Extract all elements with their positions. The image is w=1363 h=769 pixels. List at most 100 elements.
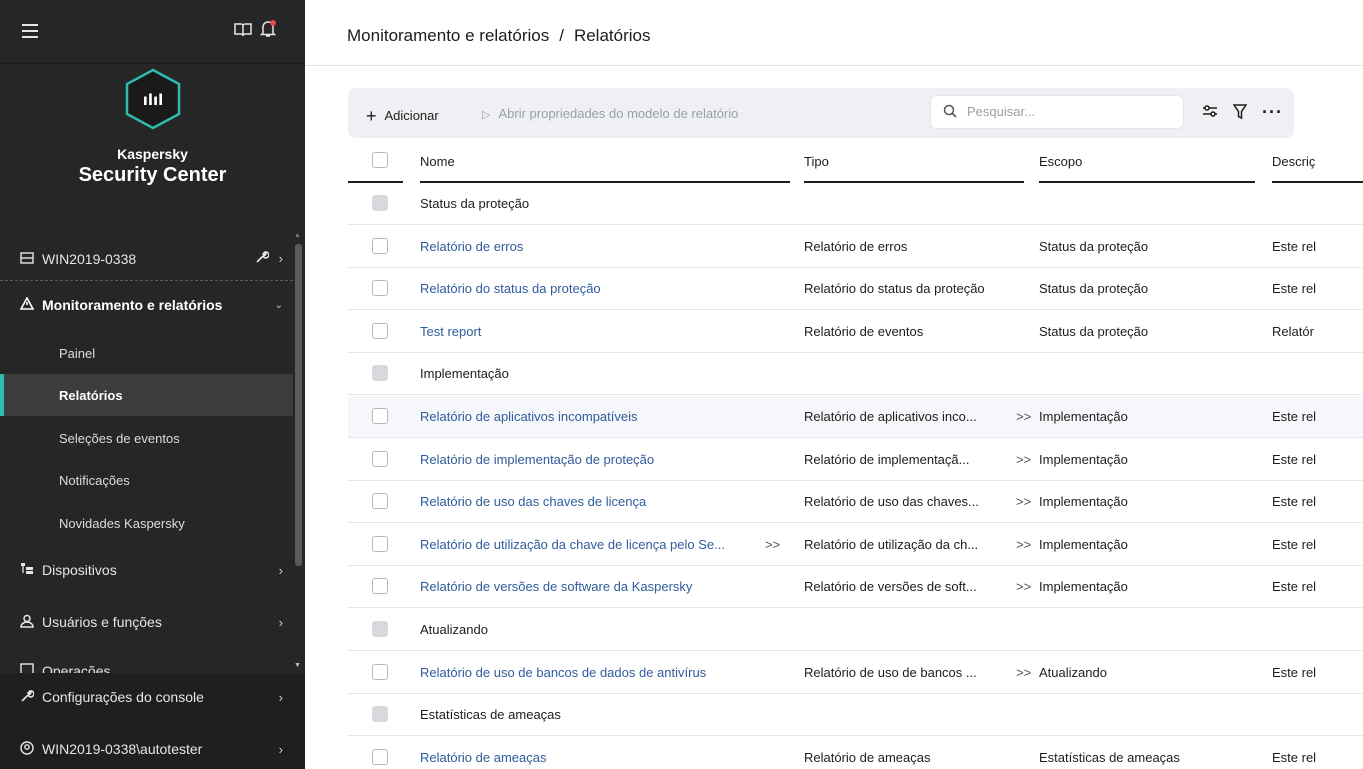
hamburger-menu-icon[interactable] <box>22 24 38 38</box>
row-checkbox[interactable] <box>372 280 388 297</box>
row-checkbox[interactable] <box>372 408 388 424</box>
book-icon[interactable] <box>234 22 252 41</box>
bell-icon[interactable] <box>259 20 277 41</box>
row-checkbox[interactable] <box>372 748 388 765</box>
scroll-down-arrow-icon[interactable]: ▼ <box>294 662 301 669</box>
row-checkbox[interactable] <box>372 322 388 339</box>
user-icon <box>18 614 36 631</box>
sidebar-subitem-label: Painel <box>59 345 96 361</box>
expand-type-toggle[interactable]: >> <box>1016 494 1031 509</box>
table-group-row: Implementação <box>348 353 1363 396</box>
row-checkbox[interactable] <box>372 493 388 510</box>
report-name-link[interactable]: Relatório de erros <box>420 239 523 254</box>
report-scope: Implementação <box>1039 409 1128 424</box>
row-checkbox[interactable] <box>372 535 388 552</box>
group-checkbox[interactable] <box>372 195 388 211</box>
report-name-link[interactable]: Relatório de versões de software da Kasp… <box>420 579 692 594</box>
table-row[interactable]: Relatório de ameaças Relatório de ameaças… <box>348 737 1363 769</box>
column-header-type[interactable]: Tipo <box>804 154 829 169</box>
sidebar-subitem-selecoes-eventos[interactable]: Seleções de eventos <box>0 417 293 459</box>
column-header-description[interactable]: Descriç <box>1272 154 1315 169</box>
sidebar-scrollbar-thumb[interactable] <box>295 244 302 566</box>
table-row[interactable]: Test report Relatório de eventos Status da… <box>348 311 1363 353</box>
table-row[interactable]: Relatório de implementação de proteção Re… <box>348 439 1363 481</box>
sidebar-bottom: Configurações do console › WIN2019-0338\… <box>0 673 305 769</box>
sidebar-subitem-notificacoes[interactable]: Notificações <box>0 459 293 501</box>
breadcrumb-parent[interactable]: Monitoramento e relatórios <box>347 26 549 45</box>
report-description: Este rel <box>1272 749 1317 765</box>
row-checkbox[interactable] <box>372 450 388 467</box>
report-name-link[interactable]: Relatório de implementação de proteção <box>420 452 654 467</box>
table-row[interactable]: Relatório de uso de bancos de dados de a… <box>348 652 1363 694</box>
report-description: Este rel <box>1272 238 1317 254</box>
chevron-right-icon: › <box>278 614 283 630</box>
sidebar-item-label: Configurações do console <box>42 689 204 705</box>
report-scope: Status da proteção <box>1039 238 1149 254</box>
sidebar-item-users-roles[interactable]: Usuários e funções › <box>0 602 293 642</box>
sidebar-item-user-account[interactable]: WIN2019-0338\autotester › <box>0 729 293 769</box>
sidebar-item-label: WIN2019-0338 <box>42 250 137 267</box>
report-scope: Status da proteção <box>1039 323 1149 339</box>
table-row[interactable]: Relatório de utilização da chave de lice… <box>348 524 1363 566</box>
sidebar-item-operations[interactable]: Operações <box>0 651 293 673</box>
sidebar-item-label: Usuários e funções <box>42 614 162 630</box>
expand-type-toggle[interactable]: >> <box>1016 579 1031 594</box>
table-row[interactable]: Relatório de erros Relatório de erros Stat… <box>348 226 1363 268</box>
expand-type-toggle[interactable]: >> <box>1016 537 1031 552</box>
report-name-link[interactable]: Relatório de utilização da chave de lice… <box>420 537 725 552</box>
report-name-link[interactable]: Relatório de ameaças <box>420 750 546 765</box>
column-header-scope[interactable]: Escopo <box>1039 154 1082 169</box>
report-name-link[interactable]: Relatório de uso de bancos de dados de a… <box>420 665 706 680</box>
expand-name-toggle[interactable]: >> <box>765 537 780 552</box>
sidebar-item-devices[interactable]: Dispositivos › <box>0 550 293 590</box>
report-description: Este rel <box>1272 451 1317 467</box>
report-description: Este rel <box>1272 579 1317 595</box>
breadcrumb: Monitoramento e relatórios / Relatórios <box>347 26 651 46</box>
table-row[interactable]: Relatório de aplicativos incompatíveis Re… <box>348 396 1363 438</box>
expand-type-toggle[interactable]: >> <box>1016 665 1031 680</box>
sidebar-item-device[interactable]: WIN2019-0338 › <box>0 237 293 281</box>
search-input[interactable] <box>967 104 1167 119</box>
report-name-link[interactable]: Relatório de uso das chaves de licença <box>420 494 646 509</box>
report-description: Este rel <box>1272 536 1317 552</box>
expand-type-toggle[interactable]: >> <box>1016 452 1031 467</box>
row-checkbox[interactable] <box>372 663 388 680</box>
report-name-link[interactable]: Relatório de aplicativos incompatíveis <box>420 409 638 424</box>
column-settings-icon[interactable] <box>1202 104 1218 121</box>
row-checkbox[interactable] <box>372 578 388 595</box>
group-name: Implementação <box>420 366 509 382</box>
sidebar-subitem-relatorios[interactable]: Relatórios <box>0 374 293 416</box>
operations-icon <box>18 663 36 673</box>
sidebar-item-label: WIN2019-0338\autotester <box>42 741 203 757</box>
logo-text: ılıl <box>143 91 164 109</box>
add-button-label: Adicionar <box>384 108 439 123</box>
sidebar-item-monitoring[interactable]: Monitoramento e relatórios ⌄ <box>0 285 293 325</box>
sidebar-top-bar <box>0 0 305 64</box>
table-row[interactable]: Relatório do status da proteção Relatório… <box>348 268 1363 311</box>
sidebar-subitem-novidades[interactable]: Novidades Kaspersky <box>0 502 293 544</box>
report-name-link[interactable]: Test report <box>420 324 481 339</box>
report-description: Relatór <box>1272 323 1314 339</box>
table-row[interactable]: Relatório de uso das chaves de licença Re… <box>348 481 1363 524</box>
report-description: Este rel <box>1272 664 1317 680</box>
wrench-icon[interactable] <box>255 250 270 267</box>
open-template-properties-button[interactable]: ▷ Abrir propriedades do modelo de relatór… <box>482 106 738 121</box>
column-header-name[interactable]: Nome <box>420 154 455 169</box>
group-checkbox[interactable] <box>372 621 388 637</box>
scroll-up-arrow-icon[interactable]: ▲ <box>294 232 301 239</box>
filter-icon[interactable] <box>1232 104 1248 123</box>
more-options-icon[interactable]: ··· <box>1262 102 1283 123</box>
group-checkbox[interactable] <box>372 706 388 723</box>
sidebar-item-console-settings[interactable]: Configurações do console › <box>0 677 293 717</box>
user-circle-icon <box>18 740 36 758</box>
select-all-checkbox[interactable] <box>372 152 388 168</box>
add-button[interactable]: + Adicionar <box>366 104 439 126</box>
expand-type-toggle[interactable]: >> <box>1016 409 1031 424</box>
report-name-link[interactable]: Relatório do status da proteção <box>420 281 601 296</box>
table-row[interactable]: Relatório de versões de software da Kasp… <box>348 566 1363 609</box>
group-checkbox[interactable] <box>372 365 388 382</box>
sidebar-subitem-painel[interactable]: Painel <box>0 332 293 374</box>
report-type: Relatório do status da proteção <box>804 281 985 297</box>
row-checkbox[interactable] <box>372 237 388 254</box>
chevron-down-icon: ⌄ <box>274 299 283 311</box>
